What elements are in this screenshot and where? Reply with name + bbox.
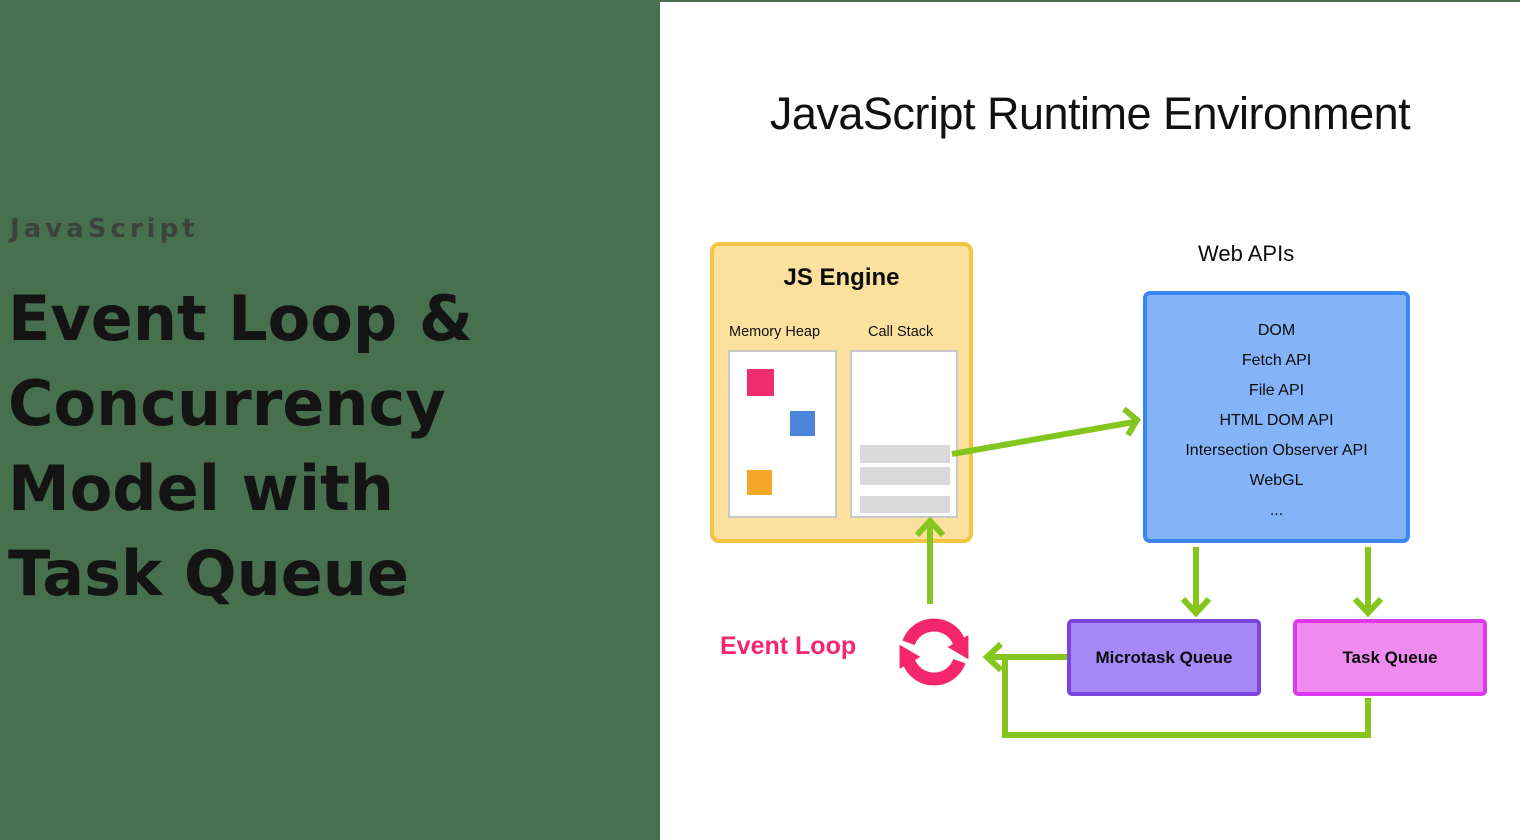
stack-to-webapis-line bbox=[952, 422, 1134, 454]
web-apis-title: Web APIs bbox=[1198, 241, 1294, 267]
memory-heap-label: Memory Heap bbox=[729, 324, 820, 340]
web-api-item: DOM bbox=[1258, 316, 1295, 346]
down-arrowhead bbox=[1183, 599, 1209, 613]
stack-frame bbox=[860, 467, 950, 485]
microtask-queue-box: Microtask Queue bbox=[1067, 619, 1261, 696]
web-api-item: WebGL bbox=[1250, 466, 1304, 496]
page-title: Event Loop &ConcurrencyModel withTask Qu… bbox=[8, 276, 473, 616]
microtask-queue-label: Microtask Queue bbox=[1096, 648, 1233, 668]
web-api-item: Intersection Observer API bbox=[1185, 436, 1367, 466]
diagram-title: JavaScript Runtime Environment bbox=[660, 88, 1520, 140]
call-stack-label: Call Stack bbox=[868, 324, 933, 340]
event-loop-label: Event Loop bbox=[720, 632, 856, 661]
memory-heap-box bbox=[728, 350, 837, 518]
stack-frame bbox=[860, 445, 950, 463]
heap-object-pink bbox=[747, 369, 774, 396]
stack-frame bbox=[860, 496, 950, 513]
page-title-line: Event Loop & bbox=[8, 276, 473, 361]
web-api-item: Fetch API bbox=[1242, 346, 1311, 376]
web-api-item: ... bbox=[1270, 496, 1283, 526]
left-arrowhead bbox=[987, 644, 1001, 670]
task-queue-box: Task Queue bbox=[1293, 619, 1487, 696]
down-arrowhead bbox=[1355, 599, 1381, 613]
call-stack-box bbox=[850, 350, 958, 518]
web-api-item: HTML DOM API bbox=[1219, 406, 1333, 436]
diagram-panel: JavaScript Runtime Environment JS Engine… bbox=[660, 0, 1520, 840]
page-title-line: Concurrency bbox=[8, 361, 473, 446]
event-loop-cycle-icon bbox=[882, 606, 986, 698]
web-apis-box: DOMFetch APIFile APIHTML DOM APIIntersec… bbox=[1143, 291, 1410, 543]
web-api-item: File API bbox=[1249, 376, 1304, 406]
js-engine-title: JS Engine bbox=[714, 264, 969, 292]
task-queue-label: Task Queue bbox=[1342, 648, 1437, 668]
heap-object-orange bbox=[747, 470, 772, 495]
right-arrowhead bbox=[1124, 409, 1137, 435]
page-title-line: Model with bbox=[8, 446, 473, 531]
top-edge-strip bbox=[0, 0, 1520, 2]
page-title-line: Task Queue bbox=[8, 531, 473, 616]
title-panel: JavaScript Event Loop &ConcurrencyModel … bbox=[0, 0, 660, 840]
js-engine-box: JS Engine Memory Heap Call Stack bbox=[710, 242, 973, 543]
heap-object-blue bbox=[790, 411, 815, 436]
kicker-label: JavaScript bbox=[10, 214, 199, 244]
